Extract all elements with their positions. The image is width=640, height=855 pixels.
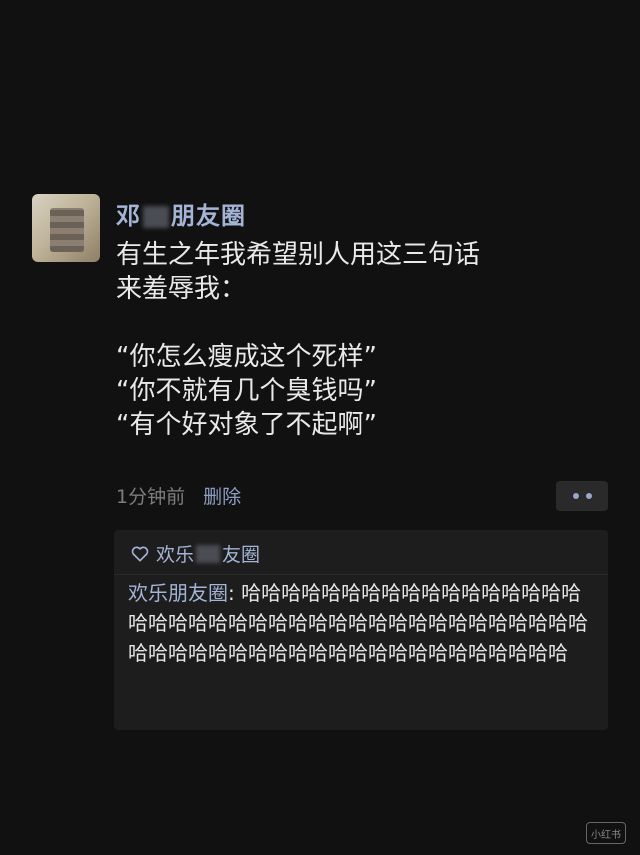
- liker-mosaic: [196, 544, 221, 563]
- comment-item[interactable]: 欢乐朋友圈: 哈哈哈哈哈哈哈哈哈哈哈哈哈哈哈哈哈哈哈哈哈哈哈哈哈哈哈哈哈哈哈哈哈…: [128, 578, 598, 668]
- more-actions-button[interactable]: [556, 481, 608, 511]
- comments-divider: [114, 574, 608, 575]
- delete-link[interactable]: 删除: [203, 486, 241, 508]
- liker-prefix[interactable]: 欢乐: [156, 540, 194, 567]
- username-prefix: 邓: [116, 202, 141, 230]
- username-suffix: 朋友圈: [171, 202, 246, 230]
- likes-row: 欢乐 友圈: [130, 540, 260, 567]
- comment-author[interactable]: 欢乐朋友圈: [128, 581, 228, 605]
- post-meta: 1分钟前 删除: [116, 482, 241, 509]
- post-time: 1分钟前: [116, 486, 186, 508]
- user-avatar[interactable]: [32, 194, 100, 262]
- more-dots-icon: [585, 493, 592, 499]
- moments-page: 邓 朋友圈 有生之年我希望别人用这三句话 来羞辱我： “你怎么瘦成这个死样” “你…: [0, 0, 640, 855]
- avatar-mosaic: [50, 208, 84, 252]
- post-text: 有生之年我希望别人用这三句话 来羞辱我： “你怎么瘦成这个死样” “你不就有几个…: [116, 240, 481, 440]
- post-username[interactable]: 邓 朋友圈: [116, 196, 246, 231]
- liker-suffix[interactable]: 友圈: [222, 540, 260, 567]
- more-dots-icon: [572, 493, 579, 499]
- comments-box: 欢乐 友圈 欢乐朋友圈: 哈哈哈哈哈哈哈哈哈哈哈哈哈哈哈哈哈哈哈哈哈哈哈哈哈哈哈哈…: [114, 530, 608, 730]
- heart-outline-icon: [131, 546, 149, 561]
- comment-separator: :: [228, 581, 242, 605]
- watermark-logo: 小红书: [586, 822, 626, 844]
- username-mosaic: [143, 206, 169, 228]
